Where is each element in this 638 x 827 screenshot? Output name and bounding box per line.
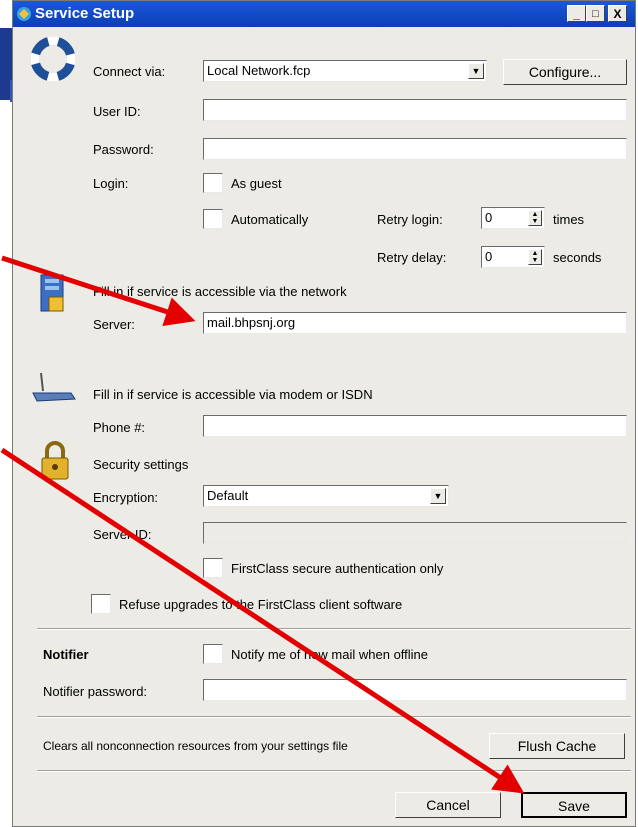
connect-via-value: Local Network.fcp bbox=[207, 63, 311, 78]
encryption-value: Default bbox=[207, 488, 249, 503]
title-bar[interactable]: Service Setup _ □ X bbox=[13, 1, 635, 27]
retry-login-value: 0 bbox=[485, 210, 493, 225]
secure-auth-label: FirstClass secure authentication only bbox=[231, 561, 444, 576]
retry-login-unit: times bbox=[553, 212, 585, 227]
user-id-label: User ID: bbox=[93, 104, 141, 119]
cancel-button[interactable]: Cancel bbox=[395, 792, 501, 818]
maximize-button[interactable]: □ bbox=[586, 5, 605, 22]
modem-heading: Fill in if service is accessible via mod… bbox=[93, 387, 373, 402]
user-id-field[interactable] bbox=[203, 99, 627, 121]
chevron-down-icon[interactable]: ▼ bbox=[468, 63, 484, 79]
phone-label: Phone #: bbox=[93, 420, 146, 435]
retry-login-label: Retry login: bbox=[377, 212, 443, 227]
background-strip bbox=[0, 0, 12, 827]
app-icon bbox=[17, 7, 31, 21]
divider bbox=[37, 716, 631, 718]
notify-label: Notify me of new mail when offline bbox=[231, 647, 429, 662]
retry-delay-label: Retry delay: bbox=[377, 250, 447, 265]
network-heading: Fill in if service is accessible via the… bbox=[93, 284, 347, 299]
lifebuoy-icon bbox=[31, 37, 75, 81]
spin-arrows-icon[interactable]: ▲ ▼ bbox=[528, 210, 542, 226]
spin-arrows-icon[interactable]: ▲ ▼ bbox=[528, 249, 542, 265]
server-field[interactable]: mail.bhpsnj.org bbox=[203, 312, 627, 334]
secure-auth-checkbox[interactable] bbox=[203, 558, 223, 578]
close-button[interactable]: X bbox=[608, 5, 627, 22]
connect-via-label: Connect via: bbox=[93, 64, 166, 79]
retry-login-stepper[interactable]: 0 ▲ ▼ bbox=[481, 207, 545, 229]
minimize-button[interactable]: _ bbox=[567, 5, 586, 22]
chevron-down-icon[interactable]: ▼ bbox=[430, 488, 446, 504]
password-field[interactable] bbox=[203, 138, 627, 160]
automatically-label: Automatically bbox=[231, 212, 309, 227]
divider bbox=[37, 628, 631, 630]
save-button[interactable]: Save bbox=[521, 792, 627, 818]
password-label: Password: bbox=[93, 142, 154, 157]
modem-icon bbox=[32, 372, 76, 402]
security-heading: Security settings bbox=[93, 457, 189, 472]
as-guest-label: As guest bbox=[231, 176, 282, 191]
encryption-select[interactable]: Default ▼ bbox=[203, 485, 449, 507]
login-label: Login: bbox=[93, 176, 129, 191]
refuse-upgrades-label: Refuse upgrades to the FirstClass client… bbox=[119, 597, 403, 612]
refuse-upgrades-checkbox[interactable] bbox=[91, 594, 111, 614]
configure-button[interactable]: Configure... bbox=[503, 59, 627, 85]
flush-cache-button[interactable]: Flush Cache bbox=[489, 733, 625, 759]
cache-description: Clears all nonconnection resources from … bbox=[43, 739, 348, 753]
notifier-password-field[interactable] bbox=[203, 679, 627, 701]
automatically-checkbox[interactable] bbox=[203, 209, 223, 229]
notifier-password-label: Notifier password: bbox=[43, 684, 148, 699]
connect-via-select[interactable]: Local Network.fcp ▼ bbox=[203, 60, 487, 82]
server-id-label: Server ID: bbox=[93, 527, 152, 542]
divider bbox=[37, 770, 631, 772]
as-guest-checkbox[interactable] bbox=[203, 173, 223, 193]
retry-delay-unit: seconds bbox=[553, 250, 602, 265]
retry-delay-value: 0 bbox=[485, 249, 493, 264]
phone-field[interactable] bbox=[203, 415, 627, 437]
notify-checkbox[interactable] bbox=[203, 644, 223, 664]
network-server-icon bbox=[40, 274, 64, 312]
server-label: Server: bbox=[93, 317, 135, 332]
window-title: Service Setup bbox=[35, 5, 135, 22]
retry-delay-stepper[interactable]: 0 ▲ ▼ bbox=[481, 246, 545, 268]
notifier-heading: Notifier bbox=[43, 647, 89, 662]
encryption-label: Encryption: bbox=[93, 490, 159, 505]
lock-icon bbox=[41, 441, 69, 480]
service-setup-dialog: Service Setup _ □ X Connect via: Local N… bbox=[12, 0, 636, 827]
server-id-field[interactable] bbox=[203, 522, 627, 544]
